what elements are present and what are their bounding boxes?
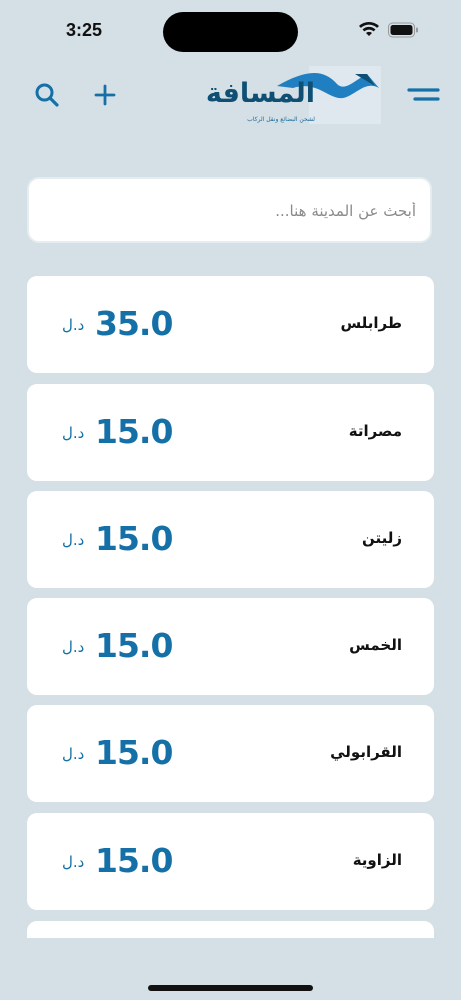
- city-name: مصراتة: [348, 422, 402, 440]
- city-name: الخمس: [349, 636, 402, 654]
- plus-icon: [94, 84, 116, 106]
- status-time: 3:25: [66, 20, 103, 40]
- city-price: 15.0: [95, 519, 173, 558]
- city-card-zliten[interactable]: زليتن 15.0 د.ل: [27, 491, 434, 588]
- city-card-misrata[interactable]: مصراتة 15.0 د.ل: [27, 384, 434, 481]
- search-button[interactable]: [30, 78, 64, 112]
- menu-button[interactable]: [400, 80, 444, 110]
- city-price-list[interactable]: طرابلس 35.0 د.ل مصراتة 15.0 د.ل زليتن 15…: [27, 276, 434, 938]
- city-price: 15.0: [95, 841, 173, 880]
- currency-label: د.ل: [62, 316, 85, 334]
- city-card-khoms[interactable]: الخمس 15.0 د.ل: [27, 598, 434, 695]
- city-search-input[interactable]: [39, 179, 418, 243]
- city-name: طرابلس: [340, 314, 402, 332]
- dynamic-island: [163, 12, 298, 52]
- city-card-tripoli[interactable]: طرابلس 35.0 د.ل: [27, 276, 434, 373]
- city-price: 35.0: [95, 304, 173, 343]
- logo-tagline: لشحن البضائع ونقل الركاب: [247, 116, 315, 123]
- city-price: 15.0: [95, 733, 173, 772]
- city-card-partial[interactable]: [27, 921, 434, 938]
- app-header: المسافة لشحن البضائع ونقل الركاب: [0, 60, 461, 130]
- currency-label: د.ل: [62, 853, 85, 871]
- wifi-icon: [359, 22, 379, 36]
- app-logo: المسافة لشحن البضائع ونقل الركاب: [205, 66, 381, 124]
- currency-label: د.ل: [62, 424, 85, 442]
- currency-label: د.ل: [62, 638, 85, 656]
- add-button[interactable]: [88, 78, 122, 112]
- city-price: 15.0: [95, 412, 173, 451]
- home-indicator[interactable]: [148, 985, 313, 991]
- city-price: 15.0: [95, 626, 173, 665]
- search-icon: [35, 83, 59, 107]
- city-name: القرابولي: [330, 743, 402, 761]
- city-card-garabulli[interactable]: القرابولي 15.0 د.ل: [27, 705, 434, 802]
- city-name: زليتن: [361, 529, 402, 547]
- battery-icon: [388, 22, 418, 38]
- currency-label: د.ل: [62, 745, 85, 763]
- city-name: الزاوية: [352, 851, 402, 869]
- currency-label: د.ل: [62, 531, 85, 549]
- status-bar: 3:25: [0, 0, 461, 60]
- menu-icon: [407, 88, 440, 101]
- logo-text: المسافة: [205, 78, 315, 109]
- city-search-box: [27, 177, 432, 243]
- city-card-zawiya[interactable]: الزاوية 15.0 د.ل: [27, 813, 434, 910]
